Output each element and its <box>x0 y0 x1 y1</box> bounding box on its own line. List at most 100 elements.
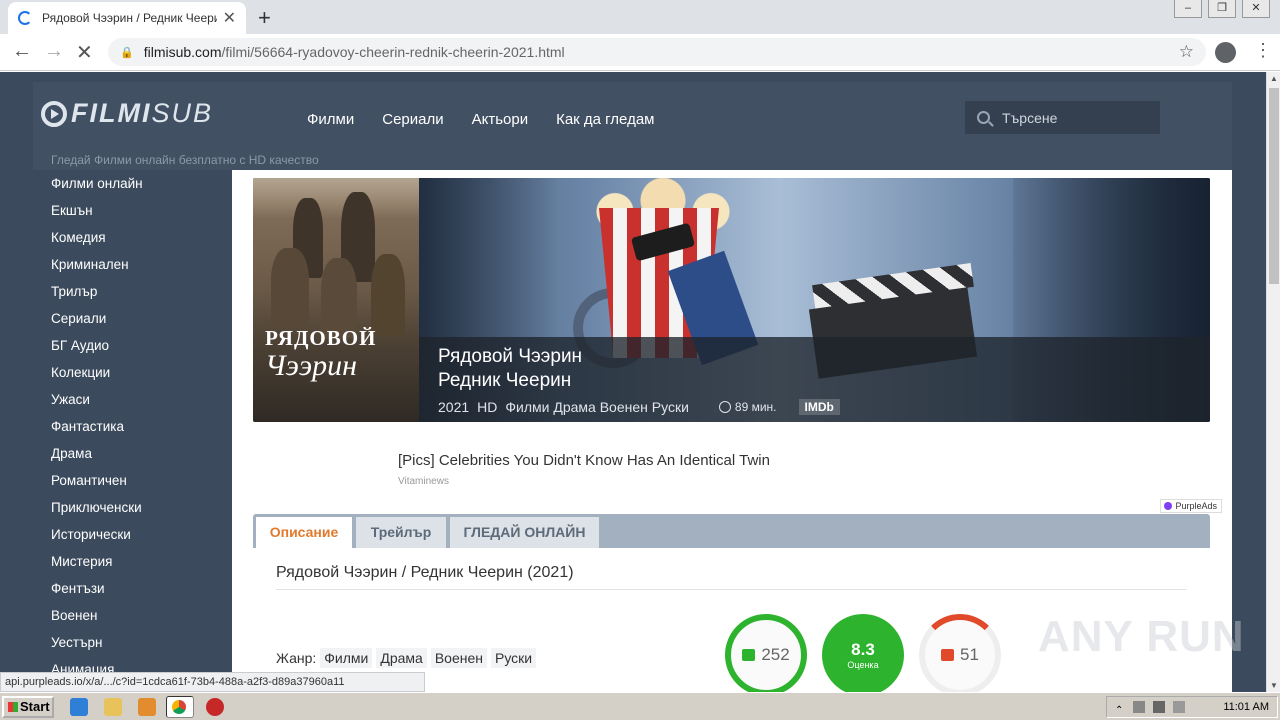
nav-how-to-watch[interactable]: Как да гледам <box>556 111 654 128</box>
tab-description[interactable]: Описание <box>256 517 352 548</box>
ad-banner[interactable]: [Pics] Celebrities You Didn't Know Has A… <box>253 424 1222 513</box>
search-box[interactable]: Търсене <box>965 101 1160 134</box>
genre-tag[interactable]: Филми <box>320 648 373 668</box>
maximize-icon[interactable]: ❐ <box>1208 0 1236 18</box>
forward-arrow-icon[interactable]: → <box>44 40 64 63</box>
web-page: FILMI SUB Филми Сериали Актьори Как да г… <box>0 72 1268 692</box>
nav-films[interactable]: Филми <box>307 111 354 128</box>
network-icon[interactable] <box>1153 701 1165 713</box>
sidebar-item[interactable]: Колекции <box>33 359 231 386</box>
genre-tag[interactable]: Драма <box>376 648 427 668</box>
tab-watch-online[interactable]: ГЛЕДАЙ ОНЛАЙН <box>450 517 599 548</box>
main-nav: Филми Сериали Актьори Как да гледам <box>307 111 654 128</box>
tab-title: Рядовой Чээрин / Редник Чеерин ( <box>42 11 217 25</box>
sidebar-item[interactable]: Фентъзи <box>33 575 231 602</box>
genre-row: Жанр: Филми Драма Военен Руски <box>276 648 537 668</box>
start-button[interactable]: Start <box>2 696 54 718</box>
poster-title: РЯДОВОЙ Чээрин <box>265 326 415 383</box>
security-shield-icon[interactable] <box>206 698 224 716</box>
rating-score: 8.3 Оценка <box>822 614 904 692</box>
search-placeholder: Търсене <box>1002 109 1058 126</box>
divider <box>276 589 1187 590</box>
sidebar-item[interactable]: Ужаси <box>33 386 231 413</box>
address-bar[interactable]: 🔒 filmisub.com /filmi/56664-ryadovoy-che… <box>108 38 1206 66</box>
volume-icon[interactable] <box>1133 701 1145 713</box>
bookmark-star-icon[interactable]: ☆ <box>1179 42 1194 62</box>
scrollbar-thumb[interactable] <box>1269 88 1279 284</box>
sidebar-item[interactable]: Мистерия <box>33 548 231 575</box>
ad-network-badge[interactable]: PurpleAds <box>1160 499 1222 513</box>
site-tagline: Гледай Филми онлайн безплатно с HD качес… <box>51 153 319 167</box>
sidebar-item[interactable]: Уестърн <box>33 629 231 656</box>
browser-tab-bar: Рядовой Чээрин / Редник Чеерин ( ✕ + – ❐… <box>0 0 1280 34</box>
search-icon <box>977 111 990 124</box>
scroll-up-arrow-icon[interactable]: ▲ <box>1270 74 1278 83</box>
genre-tag[interactable]: Руски <box>491 648 537 668</box>
close-tab-icon[interactable]: ✕ <box>223 8 236 28</box>
poster-title-line2: Чээрин <box>265 349 358 382</box>
movie-info-overlay: Рядовой Чээрин Редник Чеерин 2021 HD Фил… <box>419 337 1210 422</box>
category-sidebar: Филми онлайн Екшън Комедия Криминален Тр… <box>33 170 231 683</box>
sidebar-item[interactable]: Комедия <box>33 224 231 251</box>
back-arrow-icon[interactable]: ← <box>12 40 32 63</box>
thumbs-up-icon <box>742 649 756 661</box>
sidebar-item[interactable]: Криминален <box>33 251 231 278</box>
folder-icon[interactable] <box>104 698 122 716</box>
new-tab-icon[interactable]: + <box>258 5 271 31</box>
clock-icon <box>718 401 731 413</box>
sidebar-item[interactable]: Приключенски <box>33 494 231 521</box>
browser-tab[interactable]: Рядовой Чээрин / Редник Чеерин ( ✕ <box>8 2 246 34</box>
thumbs-down-icon <box>941 649 955 661</box>
movie-duration: 89 мин. <box>734 400 777 414</box>
profile-avatar-icon[interactable] <box>1215 42 1236 63</box>
loading-spinner-icon <box>18 11 32 25</box>
ad-title[interactable]: [Pics] Celebrities You Didn't Know Has A… <box>398 452 770 469</box>
sidebar-item[interactable]: Романтичен <box>33 467 231 494</box>
page-scrollbar[interactable]: ▲ ▼ <box>1266 72 1280 692</box>
ad-network-name: PurpleAds <box>1175 501 1217 511</box>
movie-meta: 2021 HD Филми Драма Военен Руски 89 мин.… <box>438 399 1191 415</box>
browser-toolbar: ← → ✕ 🔒 filmisub.com /filmi/56664-ryadov… <box>0 34 1280 71</box>
tab-trailer[interactable]: Трейлър <box>356 517 446 548</box>
sidebar-item[interactable]: Трилър <box>33 278 231 305</box>
stop-loading-icon[interactable]: ✕ <box>76 40 93 65</box>
like-button[interactable]: 252 <box>725 614 807 692</box>
ad-source: Vitaminews <box>398 476 449 487</box>
site-logo[interactable]: FILMI SUB <box>41 98 213 129</box>
flag-tray-icon[interactable] <box>1173 701 1185 713</box>
play-logo-icon <box>41 100 67 127</box>
rating-value: 8.3 <box>851 640 875 659</box>
sidebar-item[interactable]: Военен <box>33 602 231 629</box>
sidebar-item[interactable]: Екшън <box>33 197 231 224</box>
close-window-icon[interactable]: ✕ <box>1242 0 1270 18</box>
url-path: /filmi/56664-ryadovoy-cheerin-rednik-che… <box>221 44 565 60</box>
genre-tag[interactable]: Военен <box>430 648 487 668</box>
description-heading: Рядовой Чээрин / Редник Чеерин (2021) <box>276 564 574 581</box>
minimize-icon[interactable]: – <box>1174 0 1202 18</box>
media-player-icon[interactable] <box>138 698 156 716</box>
browser-menu-icon[interactable]: ⋮ <box>1254 40 1272 61</box>
windows-taskbar: Start ⌃ 11:01 AM <box>0 692 1280 720</box>
imdb-badge[interactable]: IMDb <box>798 399 840 415</box>
poster-sky <box>253 178 419 218</box>
tray-expand-icon[interactable]: ⌃ <box>1115 701 1127 716</box>
anyrun-watermark: ANY RUN <box>1038 612 1245 661</box>
sidebar-item[interactable]: БГ Аудио <box>33 332 231 359</box>
sidebar-item[interactable]: Филми онлайн <box>33 170 231 197</box>
sidebar-item[interactable]: Сериали <box>33 305 231 332</box>
site-header: FILMI SUB Филми Сериали Актьори Как да г… <box>33 82 1232 170</box>
dislike-button[interactable]: 51 <box>919 614 1001 692</box>
sidebar-item[interactable]: Драма <box>33 440 231 467</box>
url-host: filmisub.com <box>143 44 222 60</box>
movie-poster[interactable]: РЯДОВОЙ Чээрин <box>253 178 419 422</box>
nav-series[interactable]: Сериали <box>382 111 443 128</box>
browser-status-bar: api.purpleads.io/x/a/.../c?id=1cdca61f-7… <box>0 672 425 692</box>
ie-icon[interactable] <box>70 698 88 716</box>
nav-actors[interactable]: Актьори <box>472 111 528 128</box>
movie-quality: HD <box>477 399 498 415</box>
scroll-down-arrow-icon[interactable]: ▼ <box>1270 681 1278 690</box>
system-tray: ⌃ 11:01 AM <box>1106 696 1278 718</box>
movie-hero-banner: РЯДОВОЙ Чээрин Рядовой Чээрин Редник Чее… <box>253 178 1210 422</box>
sidebar-item[interactable]: Исторически <box>33 521 231 548</box>
sidebar-item[interactable]: Фантастика <box>33 413 231 440</box>
